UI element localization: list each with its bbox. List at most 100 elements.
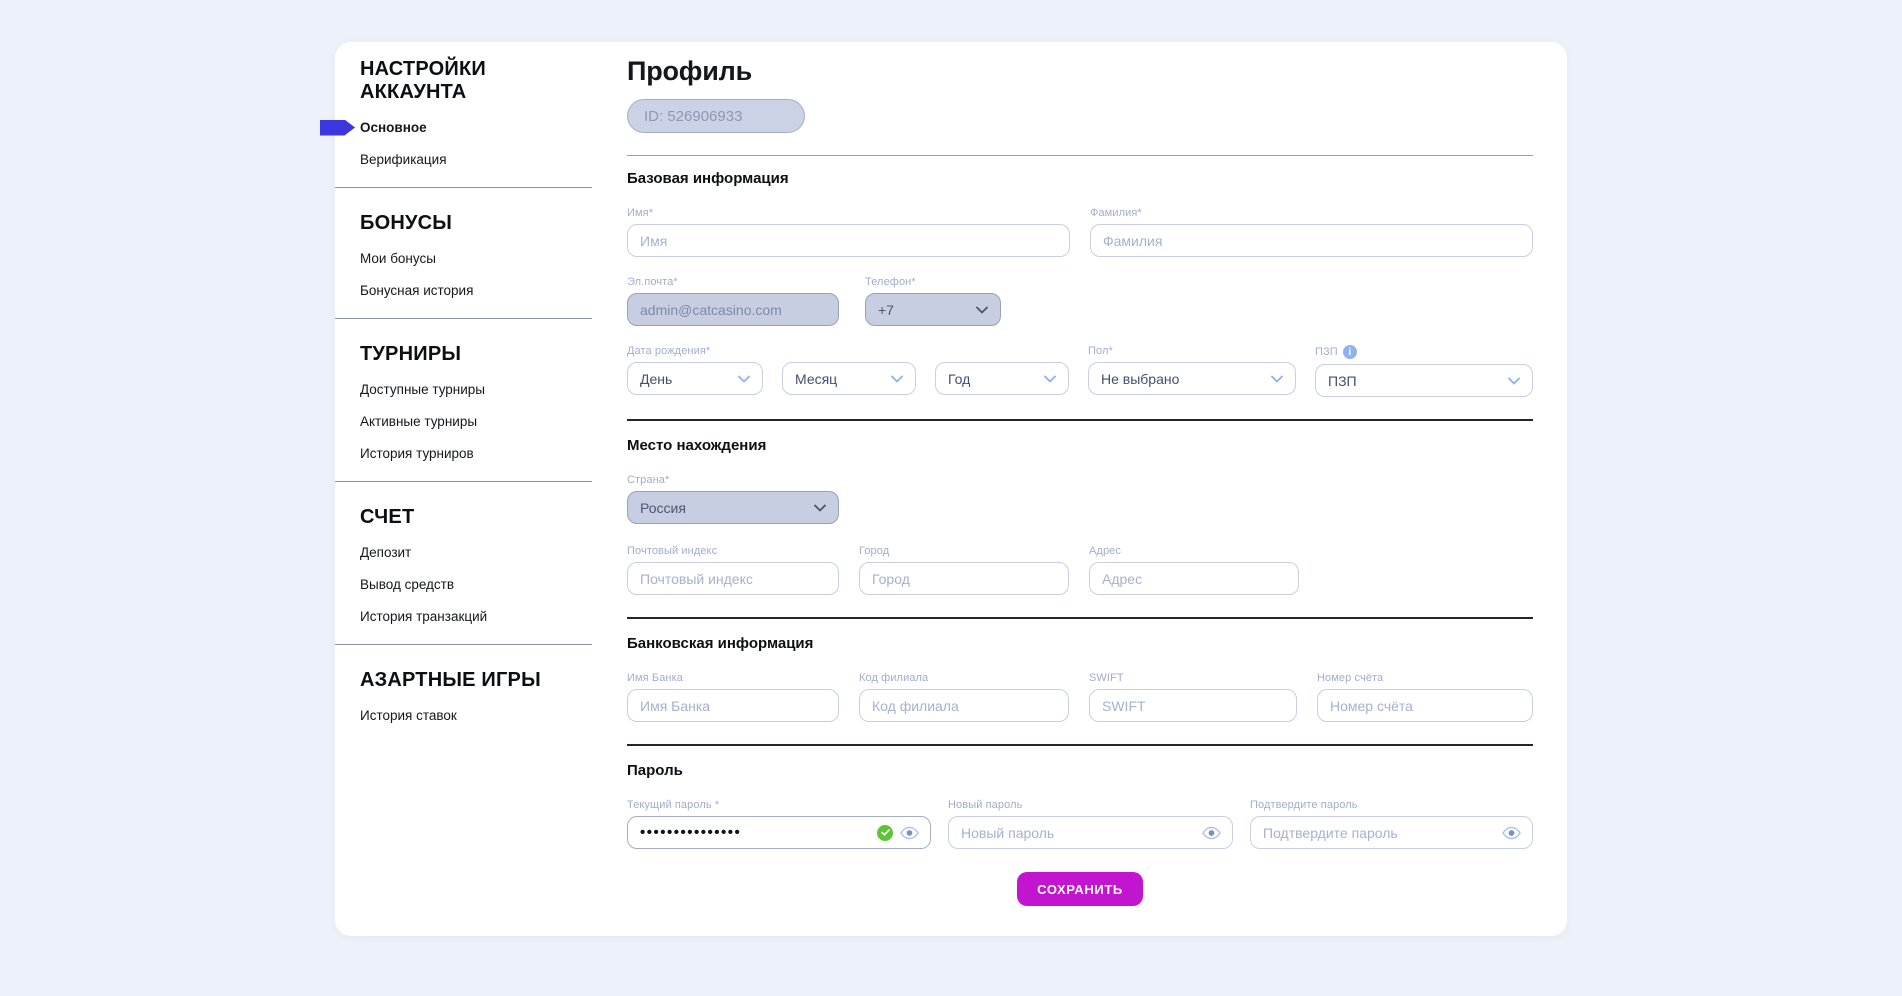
eye-icon[interactable]	[1502, 826, 1521, 840]
pzp-field: ПЗП i ПЗП	[1315, 345, 1533, 397]
birth-year-select[interactable]: Год	[935, 362, 1069, 395]
chevron-down-icon	[976, 306, 988, 314]
last-name-input[interactable]	[1090, 224, 1533, 257]
country-value: Россия	[640, 500, 686, 516]
birth-day-field: Дата рождения* День	[627, 345, 763, 397]
sidebar-item-deposit[interactable]: Депозит	[360, 545, 592, 560]
info-icon[interactable]: i	[1343, 345, 1357, 359]
sidebar-item-available-tournaments[interactable]: Доступные турниры	[360, 382, 592, 397]
gender-select[interactable]: Не выбрано	[1088, 362, 1296, 395]
country-select: Россия	[627, 491, 839, 524]
sidebar-item-label: Доступные турниры	[360, 382, 485, 397]
new-password-label: Новый пароль	[948, 799, 1233, 811]
save-button[interactable]: СОХРАНИТЬ	[1017, 872, 1143, 906]
sidebar-item-withdrawal[interactable]: Вывод средств	[360, 577, 592, 592]
first-name-input[interactable]	[627, 224, 1070, 257]
chevron-down-icon	[1271, 375, 1283, 383]
eye-icon[interactable]	[900, 826, 919, 840]
confirm-password-input[interactable]	[1250, 816, 1533, 849]
new-password-input[interactable]	[948, 816, 1233, 849]
sidebar-divider	[335, 481, 592, 482]
gender-label: Пол*	[1088, 345, 1296, 357]
sidebar-item-verification[interactable]: Верификация	[360, 152, 592, 167]
active-arrow-icon	[320, 120, 355, 136]
sidebar-item-label: Верификация	[360, 152, 447, 167]
sidebar-item-bonus-history[interactable]: Бонусная история	[360, 283, 592, 298]
chevron-down-icon	[891, 375, 903, 383]
branch-code-input[interactable]	[859, 689, 1069, 722]
email-phone-row: Эл.почта* Телефон* +7	[627, 276, 1533, 326]
check-icon	[877, 825, 893, 841]
section-divider	[627, 419, 1533, 421]
phone-code-value: +7	[878, 302, 894, 318]
sidebar-section-title-tournaments: ТУРНИРЫ	[360, 343, 592, 366]
sidebar-item-bet-history[interactable]: История ставок	[360, 708, 592, 723]
section-heading-bank-info: Банковская информация	[627, 635, 1533, 652]
account-number-input[interactable]	[1317, 689, 1533, 722]
phone-code-select: +7	[865, 293, 1001, 326]
chevron-down-icon	[814, 504, 826, 512]
new-password-field: Новый пароль	[948, 799, 1233, 849]
confirm-password-field: Подтвердите пароль	[1250, 799, 1533, 849]
account-number-field: Номер счёта	[1317, 672, 1533, 722]
account-number-label: Номер счёта	[1317, 672, 1533, 684]
city-field: Город	[859, 545, 1069, 595]
section-heading-password: Пароль	[627, 762, 1533, 779]
confirm-password-label: Подтвердите пароль	[1250, 799, 1533, 811]
sidebar-item-label: Активные турниры	[360, 414, 477, 429]
email-field: Эл.почта*	[627, 276, 839, 326]
last-name-field: Фамилия*	[1090, 207, 1533, 257]
sidebar-item-active-tournaments[interactable]: Активные турниры	[360, 414, 592, 429]
sidebar-divider	[335, 318, 592, 319]
birth-year-field: Год	[935, 345, 1069, 397]
chevron-down-icon	[1508, 377, 1520, 385]
bank-name-input[interactable]	[627, 689, 839, 722]
pzp-value: ПЗП	[1328, 373, 1357, 389]
sidebar-section-title-account: СЧЕТ	[360, 506, 592, 529]
country-field: Страна* Россия	[627, 474, 839, 524]
country-label: Страна*	[627, 474, 839, 486]
city-input[interactable]	[859, 562, 1069, 595]
spacer-label	[935, 345, 1069, 357]
address-label: Адрес	[1089, 545, 1299, 557]
bank-name-label: Имя Банка	[627, 672, 839, 684]
postal-code-input[interactable]	[627, 562, 839, 595]
spacer-label	[782, 345, 916, 357]
email-label: Эл.почта*	[627, 276, 839, 288]
sidebar-section-title-gambling: АЗАРТНЫЕ ИГРЫ	[360, 669, 592, 692]
sidebar-item-my-bonuses[interactable]: Мои бонусы	[360, 251, 592, 266]
postal-code-field: Почтовый индекс	[627, 545, 839, 595]
birth-month-value: Месяц	[795, 371, 837, 387]
sidebar-item-label: Бонусная история	[360, 283, 473, 298]
sidebar-item-label: Основное	[360, 120, 427, 135]
birth-gender-row: Дата рождения* День Месяц	[627, 345, 1533, 397]
sidebar-item-label: Вывод средств	[360, 577, 454, 592]
sidebar-item-transaction-history[interactable]: История транзакций	[360, 609, 592, 624]
birth-day-select[interactable]: День	[627, 362, 763, 395]
pzp-label-wrap: ПЗП i	[1315, 345, 1533, 359]
sidebar-item-tournament-history[interactable]: История турниров	[360, 446, 592, 461]
address-input[interactable]	[1089, 562, 1299, 595]
address-row: Почтовый индекс Город Адрес	[627, 545, 1533, 595]
first-name-field: Имя*	[627, 207, 1070, 257]
birth-month-select[interactable]: Месяц	[782, 362, 916, 395]
sidebar-item-main[interactable]: Основное	[360, 120, 592, 135]
branch-code-label: Код филиала	[859, 672, 1069, 684]
eye-icon[interactable]	[1202, 826, 1221, 840]
password-row: Текущий пароль * Новый пароль	[627, 799, 1533, 849]
sidebar-divider	[335, 644, 592, 645]
user-id-value: ID: 526906933	[644, 108, 742, 125]
section-divider	[627, 744, 1533, 746]
city-label: Город	[859, 545, 1069, 557]
postal-code-label: Почтовый индекс	[627, 545, 839, 557]
swift-input[interactable]	[1089, 689, 1297, 722]
sidebar-section-title-account-settings: НАСТРОЙКИ АККАУНТА	[360, 58, 592, 104]
current-password-field: Текущий пароль *	[627, 799, 931, 849]
address-field: Адрес	[1089, 545, 1299, 595]
sidebar: НАСТРОЙКИ АККАУНТА Основное Верификация …	[335, 42, 592, 936]
birth-date-label: Дата рождения*	[627, 345, 763, 357]
pzp-select[interactable]: ПЗП	[1315, 364, 1533, 397]
gender-field: Пол* Не выбрано	[1088, 345, 1296, 397]
save-row: СОХРАНИТЬ	[627, 872, 1533, 936]
swift-label: SWIFT	[1089, 672, 1297, 684]
